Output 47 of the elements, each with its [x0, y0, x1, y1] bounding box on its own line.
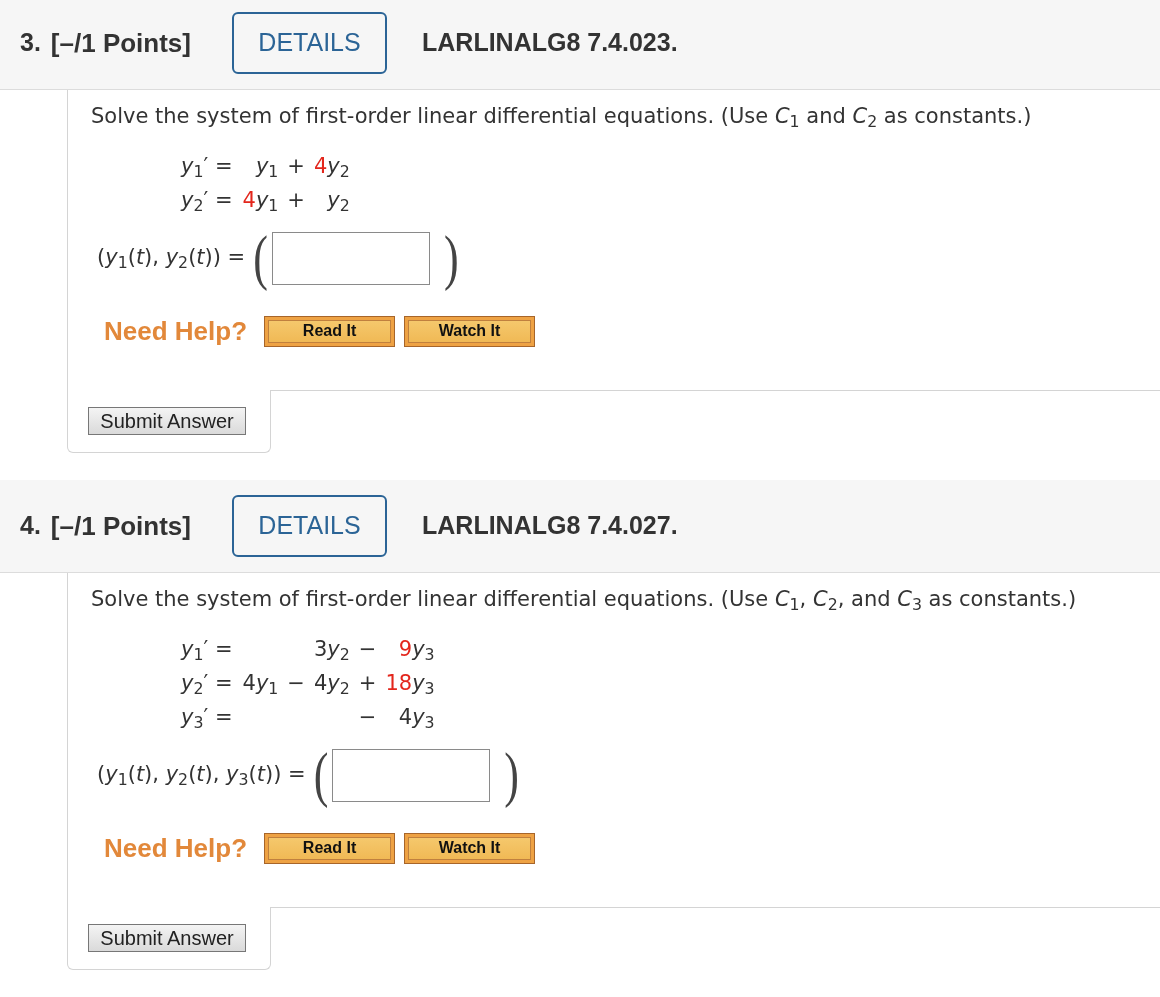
answer-field[interactable] [332, 748, 491, 802]
open-paren: ( [313, 744, 329, 806]
math-operator: − [357, 704, 378, 732]
question-prompt: Solve the system of first-order linear differential equations. (Use C$_{1}$ and C$_{2}$ as constants.) [91, 103, 1033, 130]
math-term: 4y$_{2}$ [313, 670, 350, 700]
points-label: [–/1 Points] [50, 26, 191, 60]
details-button[interactable]: DETAILS [232, 495, 387, 557]
help-label: Need Help? [104, 314, 248, 348]
math-term: 4y$_{1}$ [242, 187, 279, 217]
answer-label: (y$_{1}$(t), y$_{2}$(t)) = [97, 244, 246, 274]
answer-field[interactable] [271, 231, 430, 285]
equation-label: y$_{2}$′ = [181, 187, 234, 217]
math-operator: + [286, 153, 306, 181]
math-term: 3y$_{2}$ [313, 636, 350, 666]
equation-label: y$_{3}$′ = [181, 704, 234, 734]
answer-label: (y$_{1}$(t), y$_{2}$(t), y$_{3}$(t)) = [97, 761, 306, 791]
math-term: 4y$_{1}$ [242, 670, 279, 700]
question-prompt: Solve the system of first-order linear differential equations. (Use C$_{1}$, C$_{2}$, and C$_{3}$ as constants.) [91, 586, 1078, 613]
equation-label: y$_{1}$′ = [181, 153, 234, 183]
help-button[interactable]: Watch It [404, 315, 536, 347]
math-operator: − [286, 670, 306, 698]
math-operator: + [286, 187, 306, 215]
problem-code: LARLINALG8 7.4.023. [422, 27, 678, 59]
close-paren: ) [443, 227, 459, 289]
question-number: 3. [20, 27, 41, 59]
math-term: 9y$_{3}$ [398, 636, 435, 666]
submit-button[interactable]: Submit Answer [88, 924, 246, 952]
problem-code: LARLINALG8 7.4.027. [422, 510, 678, 542]
details-button[interactable]: DETAILS [232, 12, 387, 74]
help-label: Need Help? [104, 831, 248, 865]
equation-label: y$_{1}$′ = [181, 636, 234, 666]
math-term: 18y$_{3}$ [385, 670, 435, 700]
equation-label: y$_{2}$′ = [181, 670, 234, 700]
help-button[interactable]: Watch It [404, 832, 536, 864]
question-number: 4. [20, 510, 41, 542]
help-button[interactable]: Read It [264, 832, 396, 864]
math-term: y$_{2}$ [327, 187, 350, 217]
math-term: y$_{1}$ [255, 153, 279, 183]
points-label: [–/1 Points] [50, 509, 191, 543]
open-paren: ( [253, 227, 268, 289]
math-operator: + [357, 670, 378, 698]
math-operator: − [357, 636, 378, 664]
close-paren: ) [504, 744, 519, 806]
math-term: 4y$_{2}$ [313, 153, 350, 183]
submit-button[interactable]: Submit Answer [88, 407, 246, 435]
help-button[interactable]: Read It [264, 315, 396, 347]
math-term: 4y$_{3}$ [398, 704, 435, 734]
